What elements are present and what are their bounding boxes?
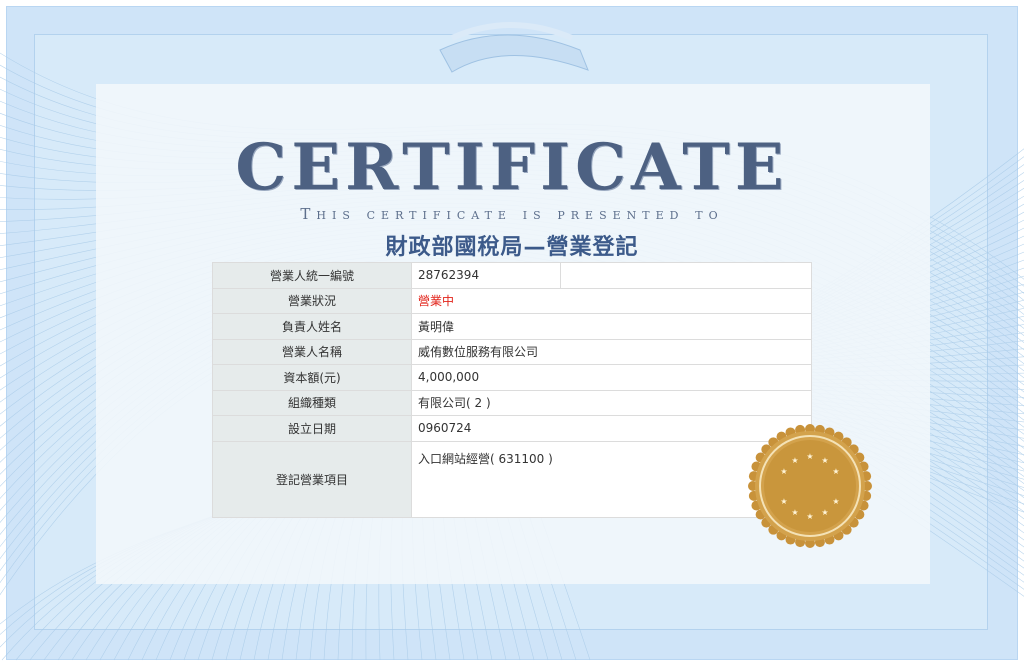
row-label: 組織種類 [212, 389, 412, 416]
table-row: 資本額(元) 4,000,000 [212, 364, 812, 391]
table-row: 負責人姓名 黃明偉 [212, 313, 812, 340]
empty-cell [560, 262, 812, 289]
row-label: 設立日期 [212, 415, 412, 442]
svg-text:★: ★ [806, 512, 813, 521]
svg-text:★: ★ [821, 508, 828, 517]
svg-text:★: ★ [806, 452, 813, 461]
certificate-frame: CERTIFICATE This certificate is presente… [0, 0, 1024, 666]
svg-text:★: ★ [832, 497, 839, 506]
table-row: 營業人統一編號 28762394 [212, 262, 812, 289]
svg-text:★: ★ [780, 497, 787, 506]
row-label: 資本額(元) [212, 364, 412, 391]
row-label: 營業人名稱 [212, 338, 412, 365]
table-row: 營業狀況 營業中 [212, 287, 812, 314]
svg-text:★: ★ [832, 467, 839, 476]
row-value: 4,000,000 [411, 364, 812, 391]
status-value: 營業中 [411, 287, 812, 314]
svg-text:★: ★ [791, 508, 798, 517]
svg-text:★: ★ [791, 456, 798, 465]
ribbon-decoration [439, 22, 589, 73]
certificate-subtitle: This certificate is presented to [300, 205, 724, 223]
row-label: 營業人統一編號 [212, 262, 412, 289]
table-row: 登記營業項目 入口網站經營( 631100 ) [212, 440, 812, 518]
row-label: 營業狀況 [212, 287, 412, 314]
certificate-title: CERTIFICATE [235, 130, 789, 205]
registration-table: 營業人統一編號 28762394 營業狀況 營業中 負責人姓名 黃明偉 營業人名… [212, 262, 812, 518]
row-value: 28762394 [411, 262, 561, 289]
table-row: 組織種類 有限公司( 2 ) [212, 389, 812, 416]
gold-seal-icon: ★ ★ ★ ★ ★ ★ ★ ★ ★ ★ [748, 424, 872, 548]
row-value: 有限公司( 2 ) [411, 389, 812, 416]
row-label: 負責人姓名 [212, 313, 412, 340]
svg-text:★: ★ [821, 456, 828, 465]
table-row: 營業人名稱 威侑數位服務有限公司 [212, 338, 812, 365]
svg-text:★: ★ [780, 467, 787, 476]
row-value: 黃明偉 [411, 313, 812, 340]
row-label: 登記營業項目 [212, 440, 412, 518]
row-value: 威侑數位服務有限公司 [411, 338, 812, 365]
certificate-heading: 財政部國稅局—營業登記 [385, 235, 639, 260]
table-row: 設立日期 0960724 [212, 415, 812, 442]
